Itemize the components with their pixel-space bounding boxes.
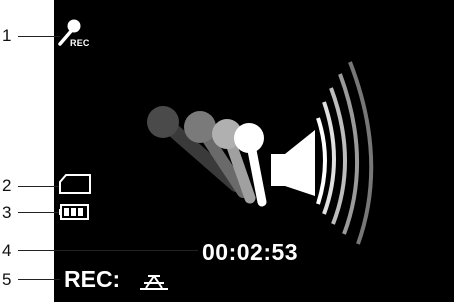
recording-animation-icon bbox=[147, 61, 374, 245]
battery-icon bbox=[59, 204, 89, 220]
input-source-icon bbox=[140, 275, 168, 290]
elapsed-time: 00:02:53 bbox=[202, 239, 299, 265]
rec-status-label: REC: bbox=[64, 266, 121, 292]
memory-card-icon bbox=[59, 174, 91, 194]
rec-badge: REC bbox=[70, 38, 90, 48]
